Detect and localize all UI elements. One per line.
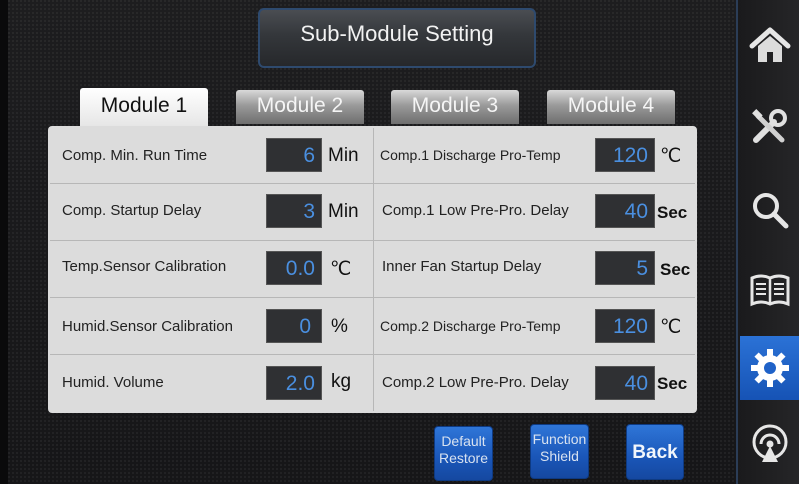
- tab-module-3[interactable]: Module 3: [391, 90, 519, 124]
- temp-sensor-calibration-label: Temp.Sensor Calibration: [62, 258, 227, 275]
- comp-min-run-time-label: Comp. Min. Run Time: [62, 147, 208, 164]
- comp-startup-delay-label: Comp. Startup Delay: [62, 202, 202, 219]
- column-divider: [373, 128, 374, 411]
- inner-fan-startup-delay-unit: Sec: [660, 260, 691, 279]
- sidebar-item-network[interactable]: [740, 412, 799, 476]
- temp-sensor-calibration-unit: ℃: [330, 259, 352, 280]
- sidebar-item-search[interactable]: [740, 178, 799, 242]
- function-shield-line2: Shield: [540, 448, 579, 464]
- comp1-discharge-pro-temp-field[interactable]: 120: [595, 138, 655, 172]
- humid-volume-label: Humid. Volume: [62, 374, 164, 391]
- sidebar-item-home[interactable]: [740, 14, 799, 78]
- row-divider: [50, 183, 695, 184]
- inner-fan-startup-delay-field[interactable]: 5: [595, 251, 655, 285]
- humid-sensor-calibration-unit: %: [331, 316, 348, 337]
- sidebar-item-settings[interactable]: [740, 336, 799, 400]
- comp1-discharge-pro-temp-unit: ℃: [660, 146, 682, 167]
- humid-sensor-calibration-label: Humid.Sensor Calibration: [62, 318, 233, 335]
- signal-icon: [752, 424, 787, 462]
- book-icon: [750, 274, 789, 307]
- inner-fan-startup-delay-label: Inner Fan Startup Delay: [382, 258, 542, 275]
- default-restore-line1: Default: [441, 433, 486, 449]
- comp2-low-pre-pro-delay-unit: Sec: [657, 374, 688, 393]
- page-title: Sub-Module Setting: [258, 8, 536, 68]
- comp-startup-delay-field[interactable]: 3: [266, 194, 322, 228]
- tools-icon: [751, 109, 787, 143]
- comp-min-run-time-field[interactable]: 6: [266, 138, 322, 172]
- default-restore-line2: Restore: [438, 450, 489, 466]
- comp2-low-pre-pro-delay-field[interactable]: 40: [595, 366, 655, 400]
- comp-startup-delay-unit: Min: [328, 201, 359, 222]
- row-divider: [50, 297, 695, 298]
- comp2-discharge-pro-temp-label: Comp.2 Discharge Pro-Temp: [380, 318, 561, 334]
- left-bezel: [0, 0, 8, 484]
- humid-volume-field[interactable]: 2.0: [266, 366, 322, 400]
- comp2-low-pre-pro-delay-label: Comp.2 Low Pre-Pro. Delay: [382, 374, 569, 391]
- back-button[interactable]: Back: [626, 424, 684, 480]
- comp1-low-pre-pro-delay-field[interactable]: 40: [595, 194, 655, 228]
- tab-module-2[interactable]: Module 2: [236, 90, 364, 124]
- tab-module-4[interactable]: Module 4: [547, 90, 675, 124]
- home-icon: [749, 27, 790, 62]
- function-shield-line1: Function: [532, 431, 587, 447]
- comp2-discharge-pro-temp-field[interactable]: 120: [595, 309, 655, 343]
- function-shield-button[interactable]: Function Shield: [530, 424, 589, 479]
- comp1-discharge-pro-temp-label: Comp.1 Discharge Pro-Temp: [380, 147, 561, 163]
- humid-sensor-calibration-field[interactable]: 0: [266, 309, 322, 343]
- gear-icon: [750, 349, 789, 387]
- row-divider: [50, 354, 695, 355]
- search-icon: [752, 193, 788, 229]
- screen: Sub-Module Setting Module 1 Module 2 Mod…: [0, 0, 799, 484]
- tab-module-1[interactable]: Module 1: [80, 88, 208, 126]
- comp2-discharge-pro-temp-unit: ℃: [660, 317, 682, 338]
- humid-volume-unit: kg: [331, 371, 352, 392]
- comp-min-run-time-unit: Min: [328, 145, 359, 166]
- comp1-low-pre-pro-delay-label: Comp.1 Low Pre-Pro. Delay: [382, 202, 569, 219]
- row-divider: [50, 240, 695, 241]
- sidebar-item-tools[interactable]: [740, 96, 799, 160]
- comp1-low-pre-pro-delay-unit: Sec: [657, 203, 688, 222]
- default-restore-button[interactable]: Default Restore: [434, 426, 493, 481]
- temp-sensor-calibration-field[interactable]: 0.0: [266, 251, 322, 285]
- sidebar-item-manual[interactable]: [740, 258, 799, 322]
